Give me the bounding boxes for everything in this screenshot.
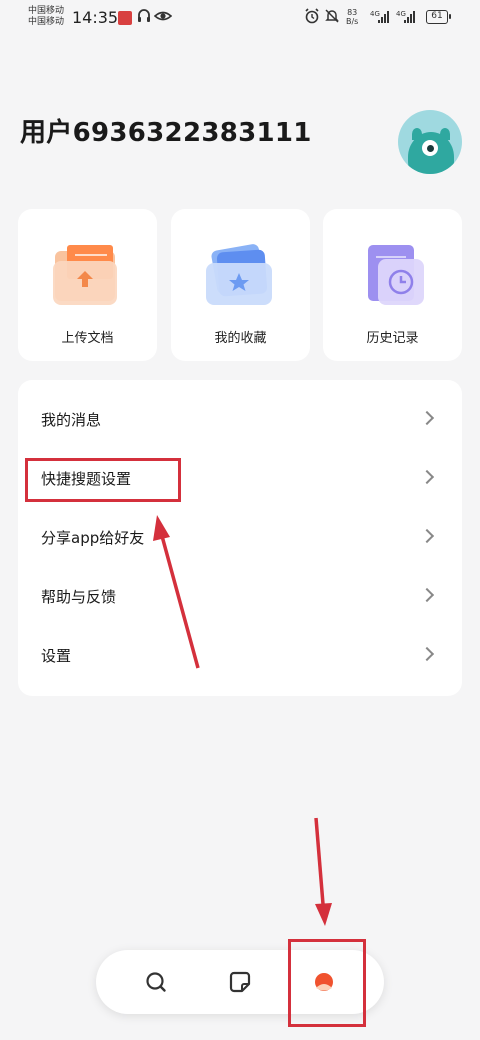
annotation-arrow-up-line (160, 535, 200, 669)
annotation-arrow-down-line (314, 817, 325, 905)
annotation-arrows (153, 515, 332, 926)
annotation-arrow-up-head (153, 515, 170, 541)
annotation-arrow-down-head (315, 903, 332, 926)
